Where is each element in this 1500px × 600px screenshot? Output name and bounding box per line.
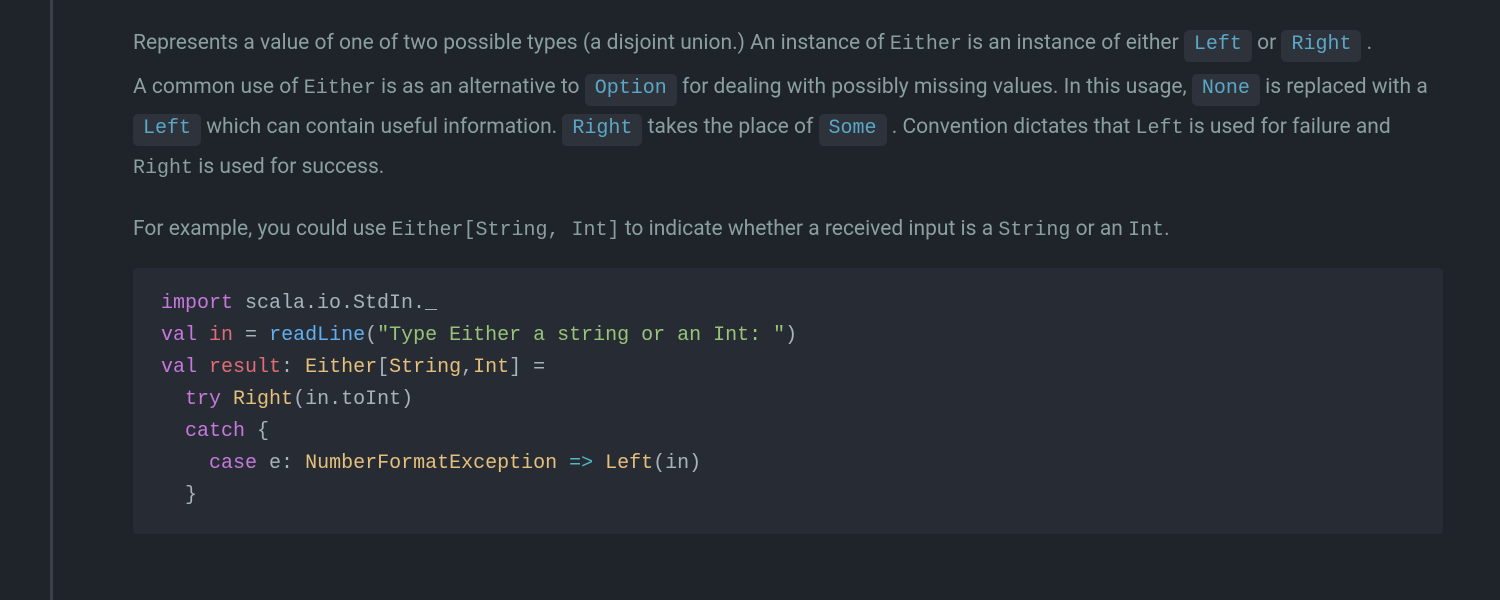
- arrow: =>: [557, 452, 605, 475]
- text: .: [1164, 217, 1170, 241]
- text: . Convention dictates that: [887, 115, 1136, 139]
- type-right: Right: [233, 388, 293, 411]
- text: For example, you could use: [133, 217, 391, 241]
- keyword-val: val: [161, 324, 197, 347]
- paragraph-2: A common use of Either is as an alternat…: [133, 68, 1443, 188]
- code-either: Either: [890, 33, 962, 56]
- text: .: [1361, 31, 1372, 55]
- doc-inner: Represents a value of one of two possibl…: [103, 24, 1443, 534]
- type-int: Int: [473, 356, 509, 379]
- keyword-catch: catch: [185, 420, 245, 443]
- text: to indicate whether a received input is …: [620, 217, 999, 241]
- space: [221, 388, 233, 411]
- expr-in-toint: in.toInt: [305, 388, 401, 411]
- type-string: String: [389, 356, 461, 379]
- brace-open: {: [245, 420, 269, 443]
- code-either: Either: [304, 77, 376, 100]
- code-block: import scala.io.StdIn._ val in = readLin…: [133, 268, 1443, 534]
- name-in: in: [209, 324, 233, 347]
- link-none[interactable]: None: [1192, 74, 1260, 106]
- text: is as an alternative to: [376, 75, 585, 99]
- link-right[interactable]: Right: [1281, 30, 1361, 62]
- link-right[interactable]: Right: [562, 114, 642, 146]
- keyword-val: val: [161, 356, 197, 379]
- keyword-import: import: [161, 292, 233, 315]
- rparen: ): [785, 324, 797, 347]
- text: which can contain useful information.: [201, 115, 562, 139]
- text: is used for success.: [193, 155, 384, 179]
- code-string: String: [998, 219, 1070, 242]
- name-result: result: [209, 356, 281, 379]
- text: is used for failure and: [1184, 115, 1391, 139]
- link-left[interactable]: Left: [133, 114, 201, 146]
- text: for dealing with possibly missing values…: [677, 75, 1192, 99]
- eq: =: [233, 324, 269, 347]
- import-path: scala.io.StdIn._: [233, 292, 437, 315]
- comma: ,: [461, 356, 473, 379]
- lparen: (: [293, 388, 305, 411]
- lparen: (: [653, 452, 665, 475]
- text: Represents a value of one of two possibl…: [133, 31, 890, 55]
- text: or: [1252, 31, 1282, 55]
- eq: =: [521, 356, 545, 379]
- rparen: ): [401, 388, 413, 411]
- code-right: Right: [133, 157, 193, 180]
- bracket-close: ]: [509, 356, 521, 379]
- rparen: ): [689, 452, 701, 475]
- text: is an instance of either: [962, 31, 1184, 55]
- brace-close: }: [185, 484, 197, 507]
- link-option[interactable]: Option: [585, 74, 677, 106]
- code-int: Int: [1128, 219, 1164, 242]
- type-nfe: NumberFormatException: [305, 452, 557, 475]
- paragraph-1: Represents a value of one of two possibl…: [133, 24, 1443, 64]
- colon: :: [281, 356, 305, 379]
- code-sig: Either[String, Int]: [391, 219, 619, 242]
- text: takes the place of: [642, 115, 818, 139]
- name-in: in: [665, 452, 689, 475]
- text: or an: [1070, 217, 1128, 241]
- fn-readline: readLine: [269, 324, 365, 347]
- type-either: Either: [305, 356, 377, 379]
- colon: :: [281, 452, 305, 475]
- text: is replaced with a: [1260, 75, 1428, 99]
- text: A common use of: [133, 75, 304, 99]
- doc-container: Represents a value of one of two possibl…: [50, 0, 1500, 600]
- string-literal: "Type Either a string or an Int: ": [377, 324, 785, 347]
- link-some[interactable]: Some: [819, 114, 887, 146]
- lparen: (: [365, 324, 377, 347]
- type-left: Left: [605, 452, 653, 475]
- bracket-open: [: [377, 356, 389, 379]
- name-e: e: [257, 452, 281, 475]
- paragraph-3: For example, you could use Either[String…: [133, 210, 1443, 250]
- keyword-try: try: [185, 388, 221, 411]
- link-left[interactable]: Left: [1184, 30, 1252, 62]
- code-left: Left: [1135, 117, 1183, 140]
- keyword-case: case: [209, 452, 257, 475]
